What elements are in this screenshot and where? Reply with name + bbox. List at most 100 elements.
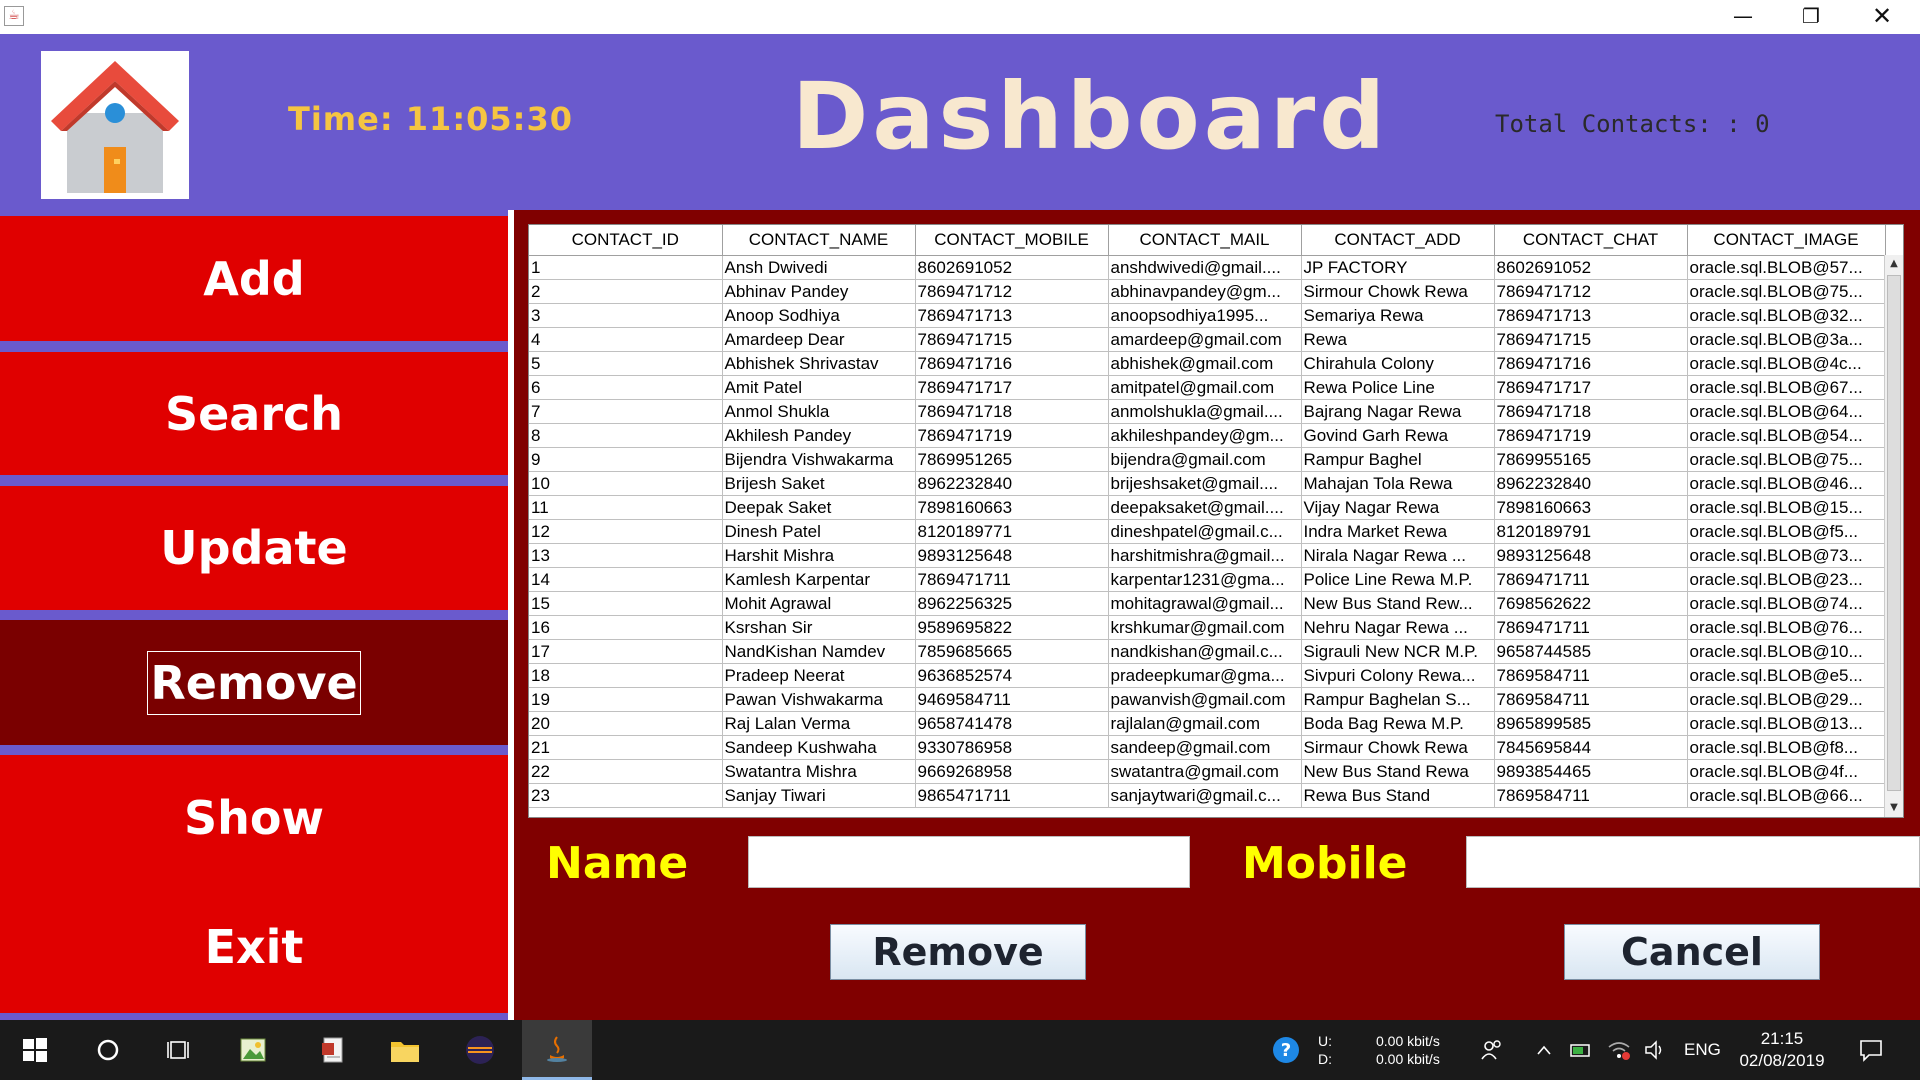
table-cell[interactable]: Nirala Nagar Rewa ... [1301, 543, 1495, 568]
table-cell[interactable]: 5 [529, 351, 723, 376]
table-row[interactable]: 10 Brijesh Saket 8962232840 brijeshsaket@gm… [529, 471, 1886, 496]
eclipse-ide-icon[interactable] [445, 1020, 515, 1080]
table-cell[interactable]: 21 [529, 735, 723, 760]
table-cell[interactable]: 9469584711 [915, 687, 1109, 712]
wifi-icon[interactable] [1604, 1020, 1634, 1080]
sidebar-exit-button[interactable]: Exit [0, 880, 508, 1013]
table-row[interactable]: 17 NandKishan Namdev 7859685665 nandkishan@… [529, 639, 1886, 664]
table-cell[interactable]: Boda Bag Rewa M.P. [1301, 711, 1495, 736]
table-cell[interactable]: Pawan Vishwakarma [722, 687, 916, 712]
name-input[interactable] [748, 836, 1190, 888]
image-editor-taskbar-icon[interactable] [218, 1020, 288, 1080]
table-cell[interactable]: harshitmishra@gmail... [1108, 543, 1302, 568]
notification-center-icon[interactable] [1846, 1020, 1896, 1080]
table-cell[interactable]: 7 [529, 399, 723, 424]
java-app-taskbar-icon[interactable] [522, 1020, 592, 1080]
table-vertical-scrollbar[interactable]: ▲ ▼ [1884, 255, 1903, 817]
table-cell[interactable]: 7869471718 [915, 399, 1109, 424]
table-row[interactable]: 19 Pawan Vishwakarma 9469584711 pawanvish@g… [529, 687, 1886, 712]
table-cell[interactable]: Brijesh Saket [722, 471, 916, 496]
table-row[interactable]: 11 Deepak Saket 7898160663 deepaksaket@gmai… [529, 495, 1886, 520]
table-cell[interactable]: anoopsodhiya1995... [1108, 303, 1302, 328]
table-cell[interactable]: 9658741478 [915, 711, 1109, 736]
table-cell[interactable]: amitpatel@gmail.com [1108, 375, 1302, 400]
table-cell[interactable]: oracle.sql.BLOB@73... [1687, 543, 1886, 568]
table-cell[interactable]: 8965899585 [1494, 711, 1688, 736]
table-cell[interactable]: 9658744585 [1494, 639, 1688, 664]
table-cell[interactable]: Sigrauli New NCR M.P. [1301, 639, 1495, 664]
table-cell[interactable]: 2 [529, 279, 723, 304]
sidebar-search-button[interactable]: Search [0, 352, 508, 475]
table-cell[interactable]: bijendra@gmail.com [1108, 447, 1302, 472]
table-cell[interactable]: pawanvish@gmail.com [1108, 687, 1302, 712]
table-cell[interactable]: sanjaytwari@gmail.c... [1108, 783, 1302, 808]
table-cell[interactable]: 9 [529, 447, 723, 472]
table-cell[interactable]: Semariya Rewa [1301, 303, 1495, 328]
column-header[interactable]: CONTACT_MAIL [1108, 225, 1302, 256]
table-cell[interactable]: Abhinav Pandey [722, 279, 916, 304]
table-row[interactable]: 14 Kamlesh Karpentar 7869471711 karpentar12… [529, 567, 1886, 592]
table-cell[interactable]: JP FACTORY [1301, 255, 1495, 280]
column-header[interactable]: CONTACT_CHAT [1494, 225, 1688, 256]
table-cell[interactable]: 4 [529, 327, 723, 352]
table-cell[interactable]: 7869471715 [915, 327, 1109, 352]
close-button[interactable]: ✕ [1852, 0, 1912, 34]
column-header[interactable]: CONTACT_NAME [722, 225, 916, 256]
table-cell[interactable]: 8962256325 [915, 591, 1109, 616]
table-cell[interactable]: Sirmour Chowk Rewa [1301, 279, 1495, 304]
table-cell[interactable]: 18 [529, 663, 723, 688]
table-cell[interactable]: oracle.sql.BLOB@15... [1687, 495, 1886, 520]
table-cell[interactable]: 14 [529, 567, 723, 592]
help-question-icon[interactable]: ? [1266, 1020, 1306, 1080]
table-cell[interactable]: 7869471713 [915, 303, 1109, 328]
table-cell[interactable]: pradeepkumar@gma... [1108, 663, 1302, 688]
table-cell[interactable]: Nehru Nagar Rewa ... [1301, 615, 1495, 640]
table-cell[interactable]: akhileshpandey@gm... [1108, 423, 1302, 448]
table-cell[interactable]: 8 [529, 423, 723, 448]
table-cell[interactable]: oracle.sql.BLOB@76... [1687, 615, 1886, 640]
table-cell[interactable]: Swatantra Mishra [722, 759, 916, 784]
table-row[interactable]: 15 Mohit Agrawal 8962256325 mohitagrawal@gm… [529, 591, 1886, 616]
contacts-table[interactable]: CONTACT_ID CONTACT_NAME CONTACT_MOBILE CONT… [529, 225, 1886, 808]
table-row[interactable]: 12 Dinesh Patel 8120189771 dineshpatel@gmai… [529, 519, 1886, 544]
table-row[interactable]: 13 Harshit Mishra 9893125648 harshitmishra@… [529, 543, 1886, 568]
table-row[interactable]: 9 Bijendra Vishwakarma 7869951265 bijendra@… [529, 447, 1886, 472]
table-cell[interactable]: 7869471718 [1494, 399, 1688, 424]
table-row[interactable]: 3 Anoop Sodhiya 7869471713 anoopsodhiya1995… [529, 303, 1886, 328]
table-cell[interactable]: oracle.sql.BLOB@e5... [1687, 663, 1886, 688]
table-cell[interactable]: 3 [529, 303, 723, 328]
table-cell[interactable]: 9636852574 [915, 663, 1109, 688]
table-cell[interactable]: abhishek@gmail.com [1108, 351, 1302, 376]
table-cell[interactable]: 9330786958 [915, 735, 1109, 760]
table-cell[interactable]: Chirahula Colony [1301, 351, 1495, 376]
table-cell[interactable]: 9865471711 [915, 783, 1109, 808]
table-cell[interactable]: 7869471719 [1494, 423, 1688, 448]
table-cell[interactable]: oracle.sql.BLOB@64... [1687, 399, 1886, 424]
table-cell[interactable]: 13 [529, 543, 723, 568]
sidebar-update-button[interactable]: Update [0, 486, 508, 610]
column-header[interactable]: CONTACT_IMAGE [1687, 225, 1886, 256]
table-cell[interactable]: amardeep@gmail.com [1108, 327, 1302, 352]
taskbar-clock[interactable]: 21:15 02/08/2019 [1730, 1028, 1834, 1072]
table-cell[interactable]: oracle.sql.BLOB@10... [1687, 639, 1886, 664]
table-cell[interactable]: 7845695844 [1494, 735, 1688, 760]
table-cell[interactable]: 7869471712 [1494, 279, 1688, 304]
table-cell[interactable]: 7869471711 [1494, 567, 1688, 592]
table-cell[interactable]: 7698562622 [1494, 591, 1688, 616]
table-cell[interactable]: 1 [529, 255, 723, 280]
table-cell[interactable]: 7869471711 [1494, 615, 1688, 640]
contacts-table-container[interactable]: CONTACT_ID CONTACT_NAME CONTACT_MOBILE CONT… [528, 224, 1904, 818]
table-cell[interactable]: 12 [529, 519, 723, 544]
scroll-down-arrow-icon[interactable]: ▼ [1885, 799, 1903, 817]
table-cell[interactable]: nandkishan@gmail.c... [1108, 639, 1302, 664]
sidebar-add-button[interactable]: Add [0, 216, 508, 341]
table-cell[interactable]: Police Line Rewa M.P. [1301, 567, 1495, 592]
scroll-up-arrow-icon[interactable]: ▲ [1885, 255, 1903, 273]
table-cell[interactable]: 8962232840 [1494, 471, 1688, 496]
column-header[interactable]: CONTACT_ADD [1301, 225, 1495, 256]
table-cell[interactable]: oracle.sql.BLOB@57... [1687, 255, 1886, 280]
table-row[interactable]: 23 Sanjay Tiwari 9865471711 sanjaytwari@gma… [529, 783, 1886, 808]
table-cell[interactable]: Sirmaur Chowk Rewa [1301, 735, 1495, 760]
scrollbar-thumb[interactable] [1887, 275, 1901, 791]
table-cell[interactable]: 8120189791 [1494, 519, 1688, 544]
